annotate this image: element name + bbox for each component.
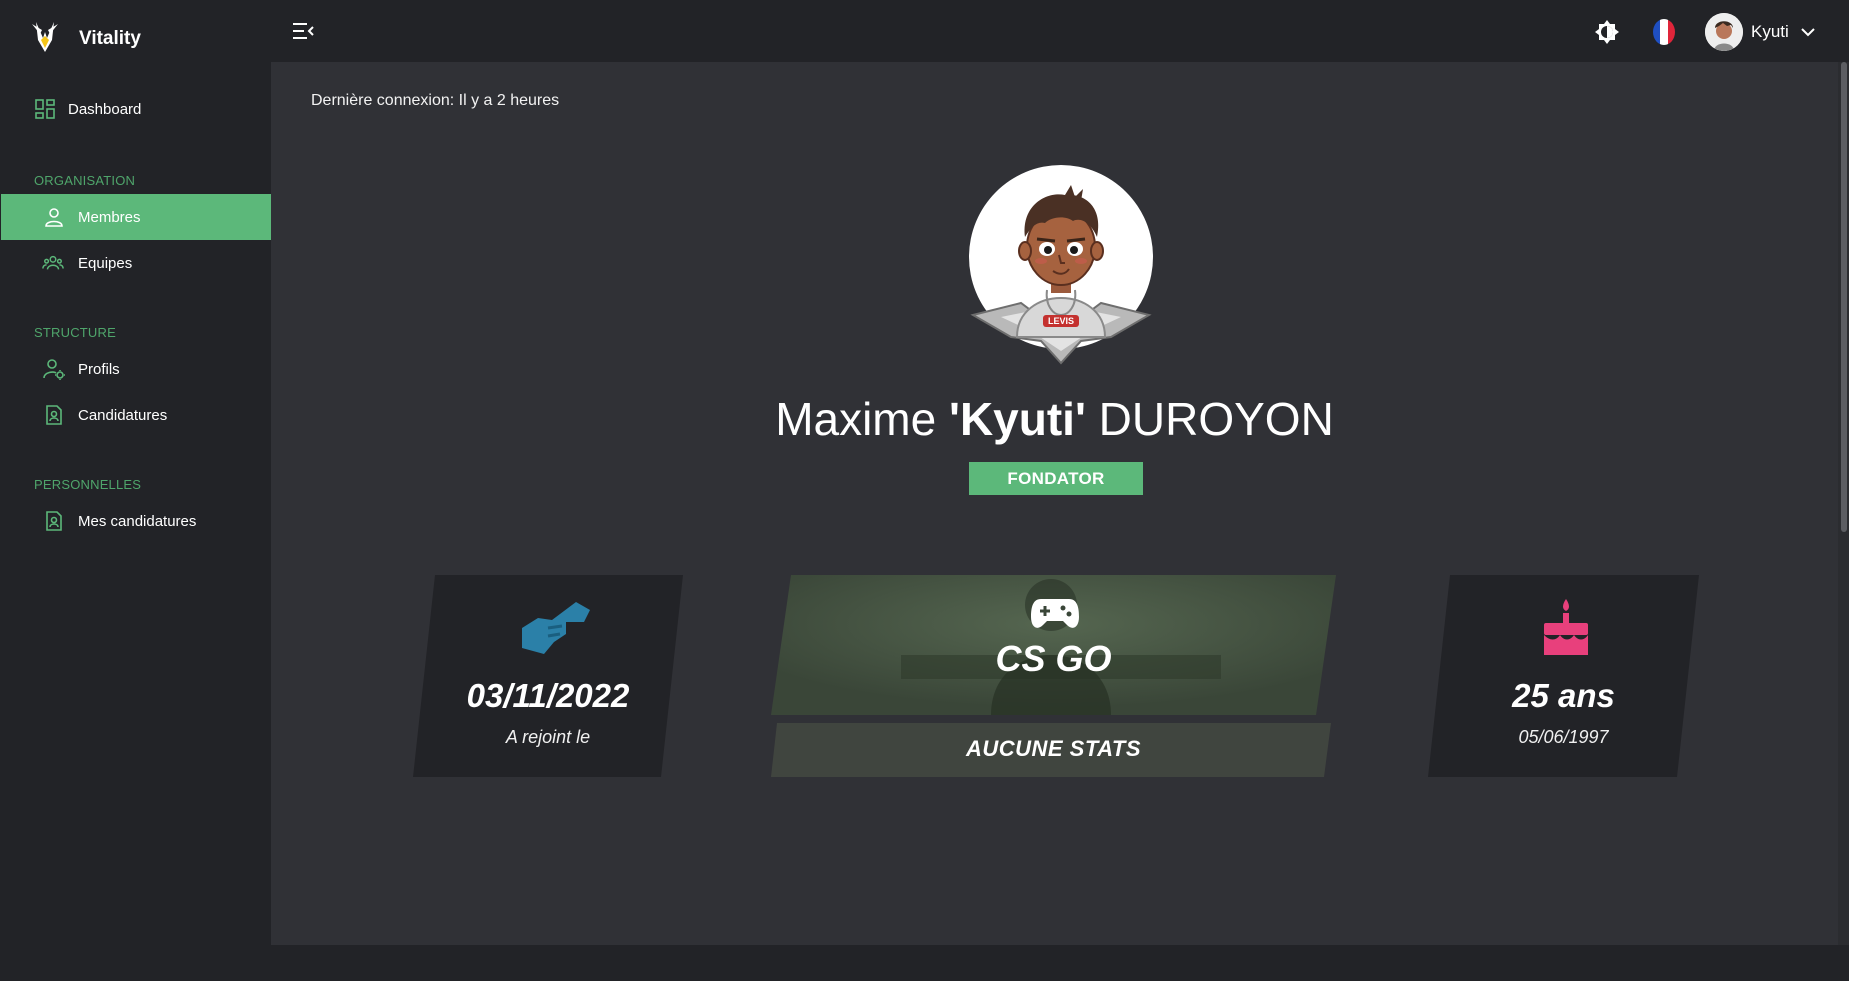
last-name: DUROYON (1098, 393, 1334, 445)
age-card: 25 ans 05/06/1997 (1428, 575, 1699, 777)
user-menu[interactable]: Kyuti (1705, 12, 1815, 52)
document-user-icon (46, 405, 62, 425)
sidebar-item-equipes[interactable]: Equipes (1, 240, 271, 286)
birthday-cake-icon (1544, 599, 1588, 655)
sidebar-item-dashboard[interactable]: Dashboard (1, 86, 271, 132)
sidebar-item-candidatures[interactable]: Candidatures (1, 392, 271, 438)
section-label-organisation: ORGANISATION (34, 173, 136, 188)
topbar: Kyuti (271, 0, 1849, 62)
brand-name: Vitality (79, 28, 141, 49)
flag-fr-icon[interactable] (1653, 19, 1675, 45)
section-label-personnelles: PERSONNELLES (34, 477, 142, 492)
sidebar-item-membres[interactable]: Membres (1, 194, 271, 240)
svg-text:LEVIS: LEVIS (1048, 316, 1074, 326)
join-date: 03/11/2022 (466, 677, 630, 714)
join-caption: A rejoint le (505, 727, 591, 747)
sidebar-item-label: Membres (78, 208, 141, 226)
document-user-icon (46, 511, 62, 531)
sidebar-item-mes-candidatures[interactable]: Mes candidatures (1, 498, 271, 544)
game-stats: AUCUNE STATS (965, 736, 1142, 761)
sidebar-item-label: Profils (78, 360, 120, 378)
user-name: Kyuti (1751, 22, 1789, 41)
section-label-structure: STRUCTURE (34, 325, 116, 340)
sidebar-item-label: Mes candidatures (78, 512, 197, 530)
nickname: 'Kyuti' (949, 393, 1086, 445)
sidebar-item-label: Candidatures (78, 406, 168, 424)
game-title: CS GO (995, 638, 1112, 679)
profile-avatar: LEVIS (969, 165, 1153, 365)
last-login: Dernière connexion: Il y a 2 heures (311, 92, 560, 109)
user-gear-icon (43, 359, 65, 380)
sidebar-item-label: Equipes (78, 254, 133, 272)
scrollbar[interactable] (1838, 62, 1849, 945)
dashboard-icon (35, 99, 55, 119)
theme-toggle-icon[interactable] (1593, 18, 1621, 46)
sidebar-item-profils[interactable]: Profils (1, 346, 271, 392)
brand[interactable]: Vitality (30, 20, 141, 56)
first-name: Maxime (775, 393, 937, 445)
team-icon (42, 255, 64, 270)
vitality-logo-icon (32, 22, 58, 52)
profile-name: Maxime 'Kyuti' DUROYON (271, 392, 1838, 446)
gamepad-icon (1031, 599, 1079, 628)
menu-collapse-icon[interactable] (291, 20, 315, 42)
scrollbar-thumb[interactable] (1841, 62, 1847, 532)
sidebar: Vitality Dashboard ORGANISATION Membres … (0, 0, 271, 981)
avatar (1705, 13, 1743, 51)
sidebar-item-label: Dashboard (68, 100, 142, 118)
age-value: 25 ans (1512, 677, 1615, 714)
chevron-down-icon (1801, 28, 1815, 37)
birth-date: 05/06/1997 (1518, 727, 1609, 747)
user-icon (45, 208, 63, 227)
game-card[interactable]: CS GO AUCUNE STATS (771, 575, 1336, 777)
main-content: Dernière connexion: Il y a 2 heures LEVI… (271, 62, 1838, 945)
joined-card: 03/11/2022 A rejoint le (413, 575, 683, 777)
role-badge: FONDATOR (969, 462, 1143, 495)
handshake-icon (522, 602, 590, 654)
